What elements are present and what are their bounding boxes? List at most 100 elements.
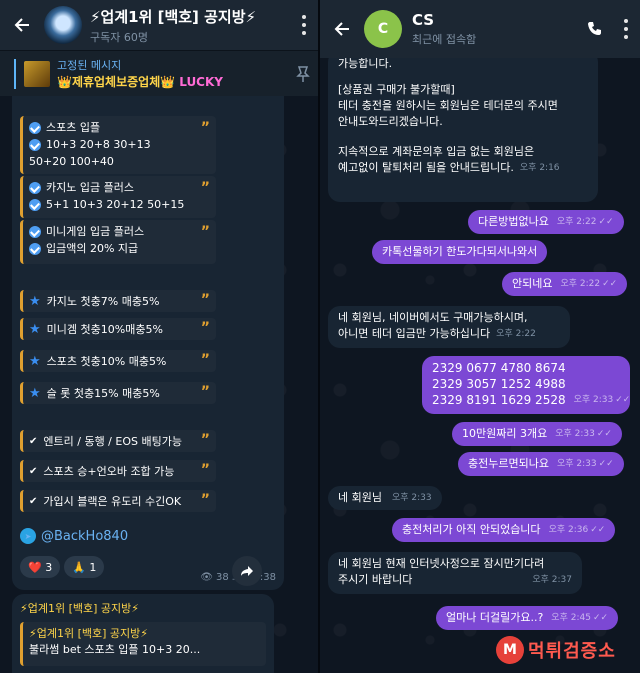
rule-row: ✔ 스포츠 승+언오바 조합 가능 ”	[20, 460, 216, 482]
channel-post[interactable]: ” 스포츠 입플 10+3 20+8 30+13 50+20 100+40 ” …	[12, 96, 284, 590]
share-arrow-icon	[241, 566, 253, 576]
quote-icon: ”	[200, 432, 210, 448]
bonus-row: ★ 카지노 첫충7% 매충5% ”	[20, 290, 216, 312]
outgoing-message[interactable]: 충전누르면되나요 오후 2:33 ✓✓	[458, 452, 624, 476]
channel-title[interactable]: ⚡업계1위 [백호] 공지방⚡	[90, 6, 290, 27]
phone-icon	[588, 22, 601, 35]
reaction-count: 3	[45, 560, 53, 574]
message-time: 오후 2:22	[560, 279, 601, 289]
pin-thumbnail	[24, 60, 50, 87]
gift-code[interactable]: 2329 0677 4780 8674	[432, 360, 620, 376]
message-text: 10만원짜리 3개요	[462, 427, 548, 440]
contact-name[interactable]: CS	[412, 11, 578, 29]
star-icon: ★	[29, 321, 41, 337]
bonus-row: ★ 슬 롯 첫충15% 매충5% ”	[20, 382, 216, 404]
last-seen-status: 최근에 접속함	[412, 33, 477, 46]
quote-icon: ”	[200, 292, 210, 308]
reply-quote[interactable]: ⚡업계1위 [백호] 공지방⚡ 불라썸 bet 스포츠 입플 10+3 20..…	[20, 622, 266, 666]
check-badge-icon	[29, 242, 41, 255]
quote-icon: ”	[200, 492, 210, 508]
subscriber-count: 구독자 60명	[90, 30, 148, 44]
star-icon: ★	[29, 353, 41, 369]
rule-text: 가입시 블랙은 유도리 수긴OK	[43, 495, 182, 508]
promo-line: 5+1 10+3 20+12 50+15	[46, 198, 185, 211]
incoming-message[interactable]: 네 회원님, 네이버에서도 구매가능하시며, 아니면 테더 입금만 가능하십니다…	[328, 306, 570, 348]
quote-icon: ”	[200, 320, 210, 336]
promo-line: 10+3 20+8 30+13	[46, 138, 151, 151]
promo-title: 카지노 입금 플러스	[46, 181, 134, 194]
contact-avatar[interactable]: C	[364, 10, 402, 48]
message-text: 네 회원님, 네이버에서도 구매가능하시며,	[338, 311, 528, 324]
message-time: 오후 2:33	[555, 429, 595, 439]
star-icon: ★	[29, 293, 41, 309]
back-button[interactable]	[0, 0, 44, 50]
check-mark-icon: ✔	[29, 435, 38, 447]
back-button[interactable]	[320, 4, 364, 54]
outgoing-message[interactable]: 충전처리가 아직 안되었습니다 오후 2:36 ✓✓	[392, 518, 616, 542]
gift-code[interactable]: 2329 8191 1629 2528	[432, 392, 566, 408]
pin-list-icon[interactable]	[288, 65, 318, 83]
message-text: [상품권 구매가 불가할때]	[338, 83, 455, 96]
message-time: 오후 2:22	[496, 329, 536, 339]
watermark: M 먹튀검증소	[496, 633, 636, 667]
promo-box-sports: ” 스포츠 입플 10+3 20+8 30+13 50+20 100+40	[20, 116, 216, 174]
double-check-icon: ✓✓	[592, 613, 609, 623]
call-button[interactable]	[578, 0, 612, 58]
more-menu-button[interactable]	[612, 4, 640, 54]
check-badge-icon	[29, 225, 41, 238]
gift-code[interactable]: 2329 3057 1252 4988	[432, 376, 620, 392]
bonus-text: 카지노 첫충7% 매충5%	[46, 295, 160, 308]
promo-box-casino: ” 카지노 입금 플러스 5+1 10+3 20+12 50+15	[20, 176, 216, 218]
incoming-message[interactable]: 네 회원님 현재 인터넷사정으로 잠시만기다려 주시기 바랍니다 오후 2:37	[328, 552, 582, 594]
double-check-icon: ✓✓	[615, 395, 631, 405]
double-check-icon: ✓✓	[598, 217, 614, 227]
pinned-message-bar[interactable]: 고정된 메시지 👑제휴업체보증업체👑 LUCKY	[0, 50, 318, 96]
quote-title: ⚡업계1위 [백호] 공지방⚡	[29, 627, 148, 640]
double-check-icon: ✓✓	[596, 429, 612, 439]
message-text: 아니면 테더 입금만 가능하십니다	[338, 327, 491, 340]
quote-icon: ”	[200, 120, 210, 136]
message-text: 테더 충전을 원하시는 회원님은 테더문의 주시면	[338, 99, 558, 112]
post-title: ⚡업계1위 [백호] 공지방⚡	[20, 602, 139, 615]
incoming-message[interactable]: 가능합니다. [상품권 구매가 불가할때] 테더 충전을 원하시는 회원님은 테…	[328, 50, 598, 202]
reaction-heart[interactable]: ❤️ 3	[20, 556, 61, 578]
rule-text: 스포츠 승+언오바 조합 가능	[43, 465, 175, 478]
watermark-logo-icon: M	[496, 636, 524, 664]
channel-post[interactable]: ⚡업계1위 [백호] 공지방⚡ ⚡업계1위 [백호] 공지방⚡ 불라썸 bet …	[12, 594, 274, 673]
share-button[interactable]	[232, 556, 262, 586]
message-time: 오후 2:45	[551, 613, 591, 623]
quote-text: 불라썸 bet 스포츠 입플 10+3 20...	[29, 643, 201, 656]
reaction-count: 1	[89, 560, 97, 574]
outgoing-message[interactable]: 얼마나 더걸릴가요..? 오후 2:45 ✓✓	[436, 606, 619, 630]
more-menu-button[interactable]	[290, 0, 318, 50]
outgoing-message[interactable]: 다른방법없나요 오후 2:22 ✓✓	[468, 210, 624, 234]
outgoing-message[interactable]: 10만원짜리 3개요 오후 2:33 ✓✓	[452, 422, 622, 446]
telegram-handle-link[interactable]: ➤ @BackHo840	[20, 528, 128, 544]
chat-header: C CS 최근에 접속함	[320, 0, 640, 58]
channel-avatar[interactable]	[44, 6, 82, 44]
outgoing-message[interactable]: 안되네요 오후 2:22 ✓✓	[502, 272, 628, 296]
heart-icon: ❤️	[28, 560, 42, 574]
bonus-text: 미니겜 첫충10%매충5%	[46, 323, 163, 336]
promo-line: 입금액의 20% 지급	[46, 242, 139, 255]
bonus-text: 스포츠 첫충10% 매충5%	[46, 355, 167, 368]
promo-box-minigame: ” 미니게임 입금 플러스 입금액의 20% 지급	[20, 220, 216, 264]
pinned-text-main: 👑제휴업체보증업체👑	[57, 75, 176, 89]
double-check-icon: ✓✓	[602, 279, 618, 289]
double-check-icon: ✓✓	[598, 459, 614, 469]
message-text: 예고없이 탈퇴처리 됨을 안내드립니다.	[338, 161, 514, 174]
check-badge-icon	[29, 181, 41, 194]
outgoing-message[interactable]: 카톡선물하기 한도가다되서나와서	[372, 240, 548, 264]
quote-icon: ”	[200, 180, 210, 196]
incoming-message[interactable]: 네 회원님 오후 2:33	[328, 486, 442, 510]
check-badge-icon	[29, 198, 41, 211]
message-text: 안내도와드리겠습니다.	[338, 115, 443, 128]
channel-pane: ⚡업계1위 [백호] 공지방⚡ 구독자 60명 고정된 메시지 👑제휴업체보증업…	[0, 0, 318, 673]
check-badge-icon	[29, 121, 41, 134]
kebab-icon	[624, 17, 628, 41]
arrow-left-icon	[14, 18, 29, 32]
message-text: 다른방법없나요	[478, 215, 549, 228]
reaction-pray[interactable]: 🙏 1	[64, 556, 105, 578]
rule-row: ✔ 엔트리 / 동행 / EOS 배팅가능 ”	[20, 430, 216, 452]
outgoing-message-codes[interactable]: 2329 0677 4780 8674 2329 3057 1252 4988 …	[422, 356, 630, 414]
